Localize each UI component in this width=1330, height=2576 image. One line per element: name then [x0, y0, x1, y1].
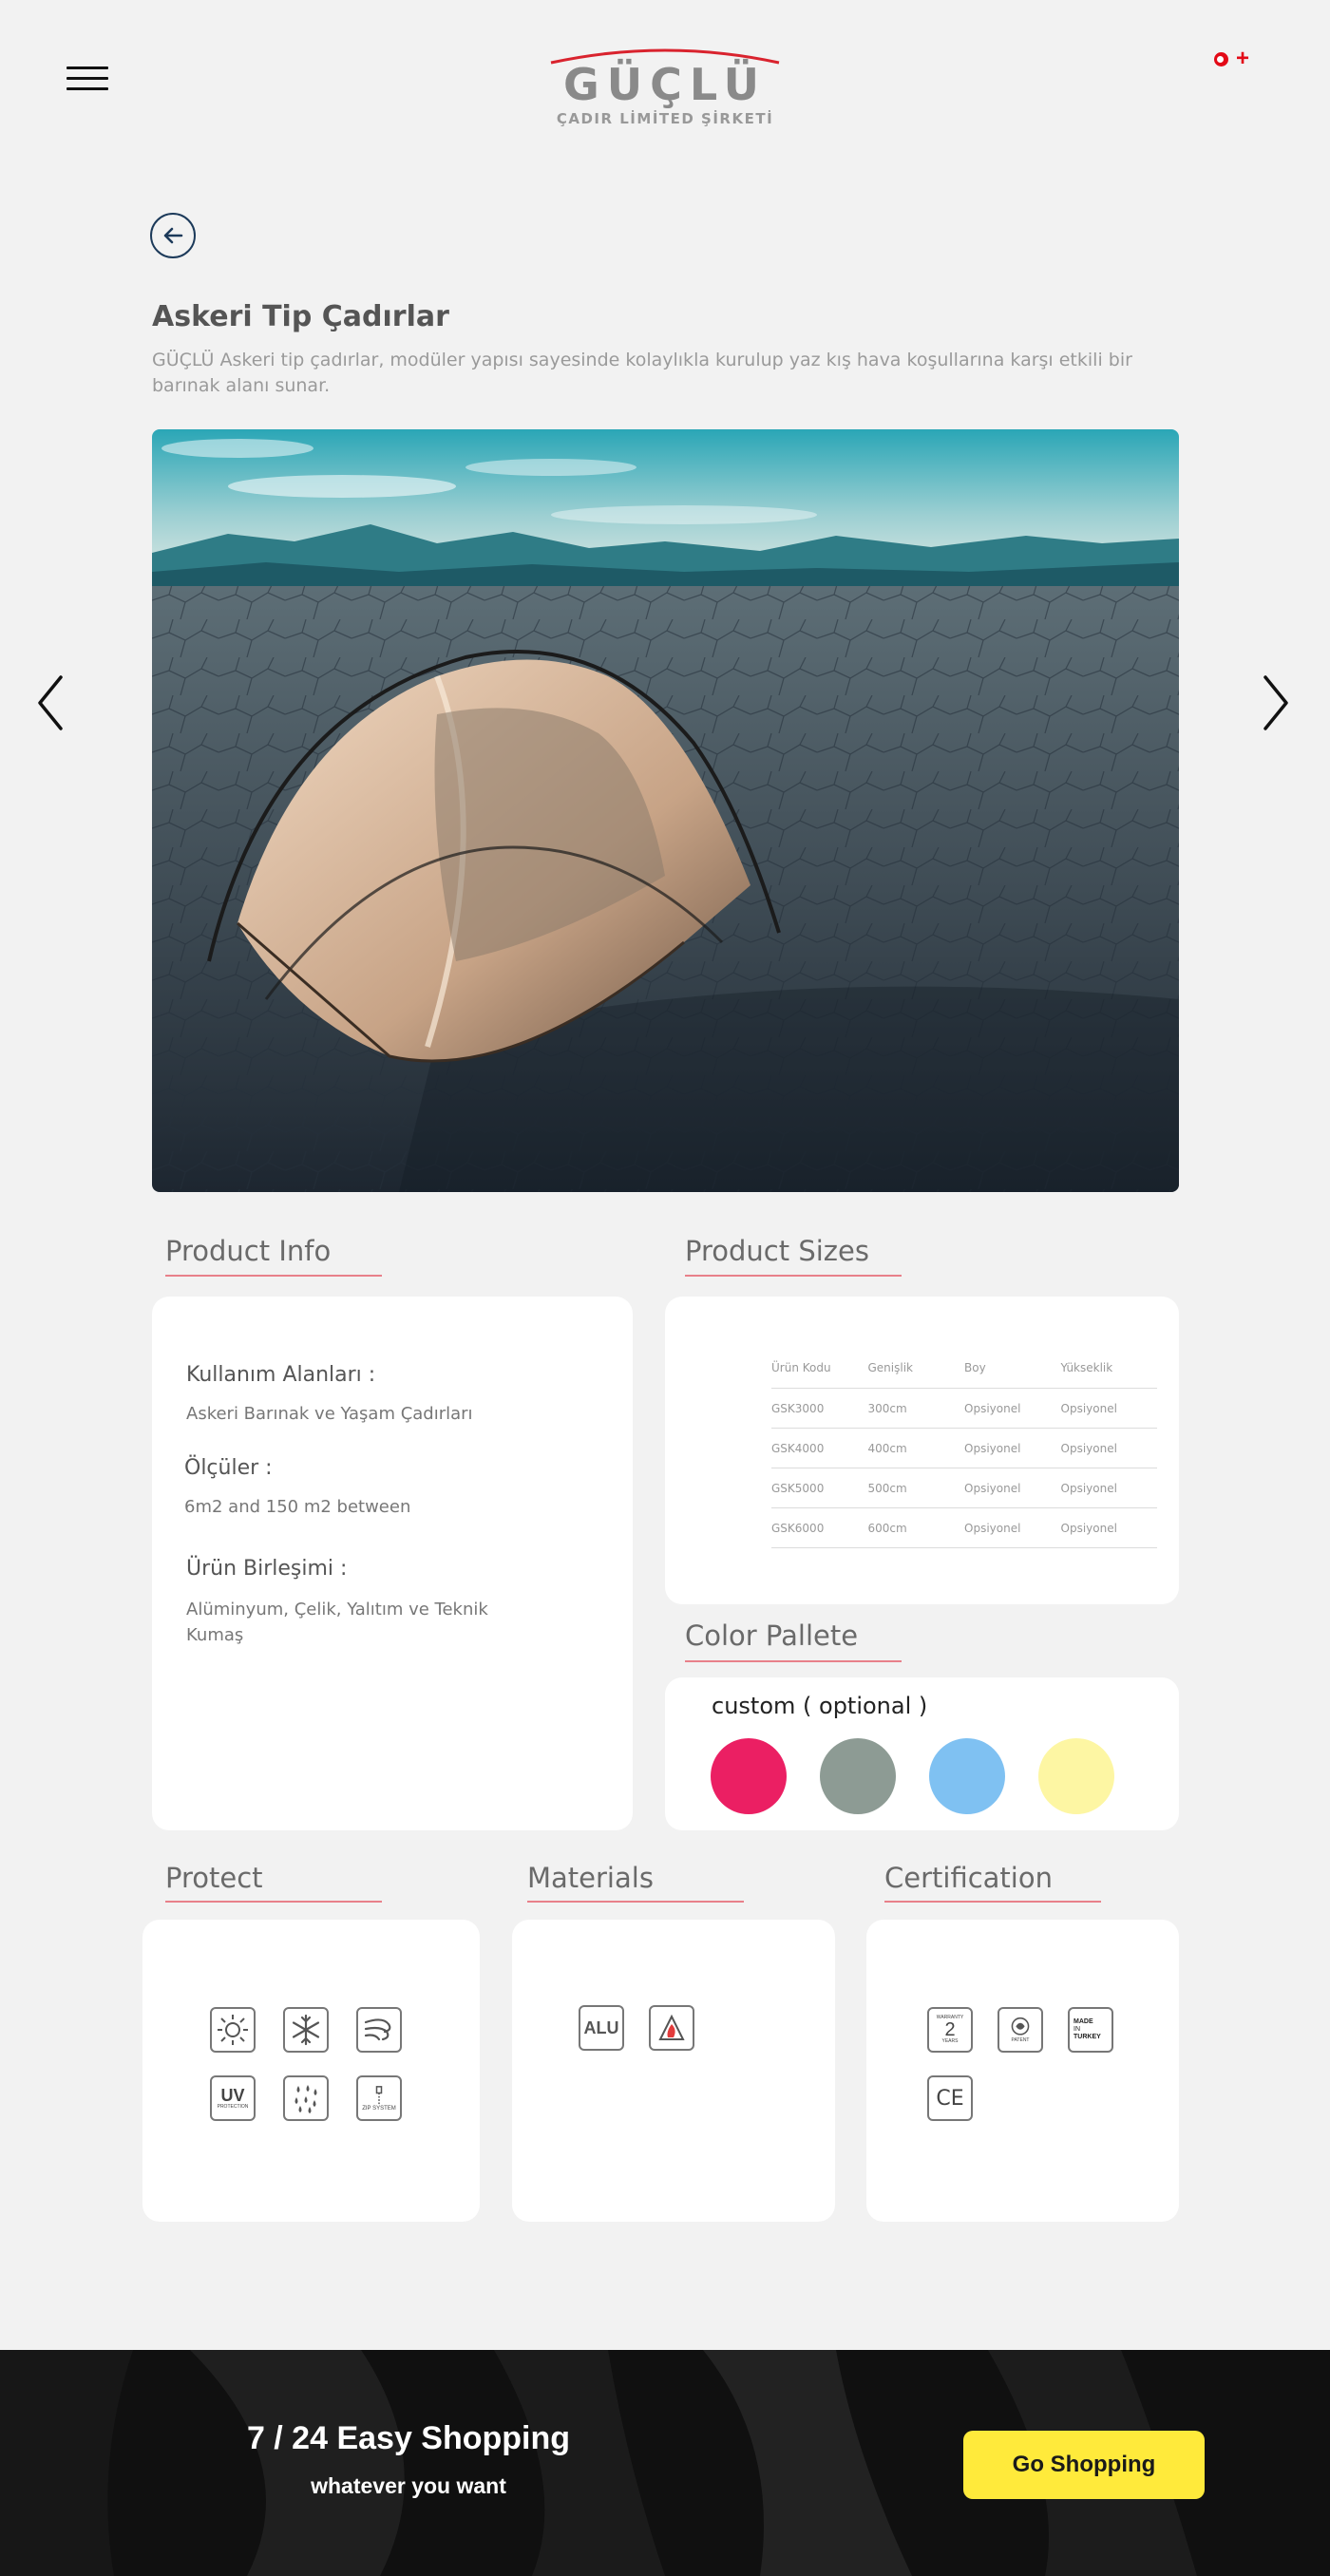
uv-text: UV	[220, 2086, 245, 2105]
color-swatch-pink[interactable]	[711, 1738, 787, 1814]
logo[interactable]: GÜÇLÜ ÇADIR LİMİTED ŞİRKETİ	[532, 46, 798, 131]
banner-title: 7 / 24 Easy Shopping	[246, 2420, 571, 2456]
column-header: Ürün Kodu	[771, 1361, 868, 1389]
column-header: Yükseklik	[1060, 1361, 1157, 1389]
warranty-bottom-text: YEARS	[941, 2038, 959, 2044]
color-palette-underline	[685, 1660, 902, 1662]
table-cell: Opsiyonel	[964, 1428, 1061, 1468]
zip-text: ZIP SYSTEM	[362, 2106, 396, 2112]
table-header-row: Ürün Kodu Genişlik Boy Yükseklik	[771, 1361, 1157, 1389]
patent-text: PATENT	[1011, 2037, 1030, 2043]
product-sizes-underline	[685, 1275, 902, 1277]
product-image	[152, 429, 1179, 1192]
wind-icon	[356, 2007, 402, 2053]
product-info-card: Kullanım Alanları : Askeri Barınak ve Ya…	[152, 1297, 633, 1830]
uv-protection-icon: UV PROTECTION	[210, 2075, 256, 2121]
column-header: Genişlik	[867, 1361, 964, 1389]
size-value: 6m2 and 150 m2 between	[184, 1497, 411, 1517]
protect-card: UV PROTECTION ZIP SYSTEM	[142, 1920, 480, 2222]
table-cell: 500cm	[867, 1468, 964, 1508]
banner-subtitle: whatever you want	[311, 2473, 506, 2498]
warranty-number: 2	[944, 2019, 956, 2040]
table-cell: Opsiyonel	[1060, 1507, 1157, 1548]
protect-heading: Protect	[165, 1862, 263, 1894]
plus-icon[interactable]: +	[1236, 47, 1249, 70]
product-sizes-heading: Product Sizes	[685, 1235, 869, 1267]
table-cell: Opsiyonel	[964, 1388, 1061, 1429]
table-row: GSK4000 400cm Opsiyonel Opsiyonel	[771, 1428, 1157, 1468]
composition-label: Ürün Birleşimi :	[186, 1557, 348, 1581]
zip-system-icon: ZIP SYSTEM	[356, 2075, 402, 2121]
table-row: GSK5000 500cm Opsiyonel Opsiyonel	[771, 1468, 1157, 1508]
carousel-prev-icon[interactable]	[32, 670, 70, 736]
protect-underline	[165, 1901, 382, 1903]
hamburger-menu-icon[interactable]	[66, 66, 108, 91]
table-cell: GSK5000	[771, 1468, 868, 1508]
certification-card: WARRANTY 2 YEARS PATENT MADE IN TURKEY C…	[866, 1920, 1179, 2222]
uv-subtext: PROTECTION	[217, 2104, 249, 2110]
size-label: Ölçüler :	[184, 1456, 273, 1480]
in-text: IN	[1074, 2026, 1080, 2034]
table-cell: 400cm	[867, 1428, 964, 1468]
back-button[interactable]	[150, 213, 196, 258]
rain-drops-icon	[283, 2075, 329, 2121]
color-swatch-yellow[interactable]	[1038, 1738, 1114, 1814]
alu-icon: ALU	[579, 2005, 624, 2051]
turkey-flag-icon[interactable]	[1214, 51, 1228, 66]
table-cell: 300cm	[867, 1388, 964, 1429]
product-description: GÜÇLÜ Askeri tip çadırlar, modüler yapıs…	[152, 350, 1132, 396]
carousel-next-icon[interactable]	[1256, 670, 1294, 736]
turkey-text: TURKEY	[1074, 2033, 1101, 2040]
table-cell: 600cm	[867, 1507, 964, 1548]
logo-wordmark: GÜÇLÜ	[563, 59, 767, 110]
ce-text: CE	[936, 2086, 964, 2111]
materials-underline	[527, 1901, 744, 1903]
sun-icon	[210, 2007, 256, 2053]
arrow-left-icon	[163, 227, 183, 244]
column-header: Boy	[964, 1361, 1061, 1389]
table-row: GSK3000 300cm Opsiyonel Opsiyonel	[771, 1388, 1157, 1429]
table-cell: GSK4000	[771, 1428, 868, 1468]
product-info-underline	[165, 1275, 382, 1277]
usage-label: Kullanım Alanları :	[186, 1363, 376, 1387]
table-cell: Opsiyonel	[1060, 1428, 1157, 1468]
materials-card: ALU	[512, 1920, 835, 2222]
made-in-turkey-icon: MADE IN TURKEY	[1068, 2007, 1113, 2053]
fire-resistant-icon	[649, 2005, 694, 2051]
page-title: Askeri Tip Çadırlar	[152, 300, 449, 333]
table-cell: Opsiyonel	[964, 1507, 1061, 1548]
language-switcher[interactable]: +	[1214, 47, 1249, 70]
made-text: MADE	[1074, 2018, 1093, 2026]
table-cell: GSK3000	[771, 1388, 868, 1429]
table-cell: Opsiyonel	[1060, 1388, 1157, 1429]
logo-subtitle: ÇADIR LİMİTED ŞİRKETİ	[556, 110, 774, 127]
certification-heading: Certification	[884, 1862, 1053, 1894]
go-shopping-button[interactable]: Go Shopping	[963, 2431, 1205, 2499]
patent-icon: PATENT	[998, 2007, 1043, 2053]
color-swatch-grey[interactable]	[820, 1738, 896, 1814]
product-info-heading: Product Info	[165, 1235, 332, 1267]
materials-heading: Materials	[527, 1862, 654, 1894]
color-palette-caption: custom ( optional )	[712, 1693, 928, 1719]
sizes-table: Ürün Kodu Genişlik Boy Yükseklik GSK3000…	[771, 1361, 1157, 1548]
table-cell: GSK6000	[771, 1507, 868, 1548]
snowflake-icon	[283, 2007, 329, 2053]
product-sizes-card: Ürün Kodu Genişlik Boy Yükseklik GSK3000…	[665, 1297, 1179, 1604]
alu-text: ALU	[583, 2017, 619, 2037]
table-cell: Opsiyonel	[1060, 1468, 1157, 1508]
table-row: GSK6000 600cm Opsiyonel Opsiyonel	[771, 1507, 1157, 1548]
warranty-2-years-icon: WARRANTY 2 YEARS	[927, 2007, 973, 2053]
composition-value: Alüminyum, Çelik, Yalıtım ve Teknik Kuma…	[186, 1600, 488, 1645]
usage-value: Askeri Barınak ve Yaşam Çadırları	[186, 1404, 473, 1424]
color-swatch-blue[interactable]	[929, 1738, 1005, 1814]
table-cell: Opsiyonel	[964, 1468, 1061, 1508]
color-palette-heading: Color Pallete	[685, 1619, 859, 1652]
ce-mark-icon: CE	[927, 2075, 973, 2121]
certification-underline	[884, 1901, 1101, 1903]
color-palette-card: custom ( optional )	[665, 1677, 1179, 1830]
